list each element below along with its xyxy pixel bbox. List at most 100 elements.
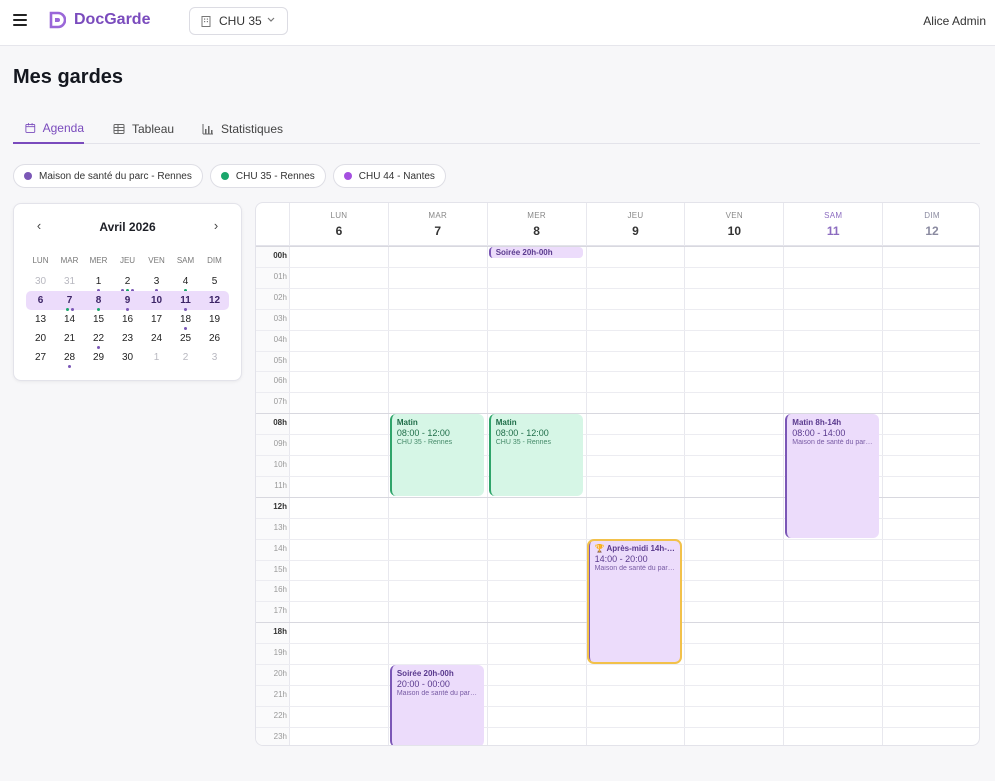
- mini-calendar-day[interactable]: 25: [171, 329, 200, 348]
- hour-row[interactable]: [256, 350, 979, 372]
- mini-calendar-day[interactable]: 12: [200, 291, 229, 310]
- shift-event[interactable]: Matin 08:00 - 12:00 CHU 35 - Rennes: [488, 414, 583, 496]
- site-select[interactable]: CHU 35: [189, 7, 288, 35]
- mini-calendar-day[interactable]: 30: [113, 348, 142, 367]
- mini-calendar-day[interactable]: 22: [84, 329, 113, 349]
- mini-calendar-day[interactable]: 31: [55, 272, 84, 291]
- menu-icon[interactable]: [13, 14, 27, 28]
- hour-row[interactable]: [256, 266, 979, 288]
- shift-title: Matin: [495, 418, 517, 428]
- mini-calendar-week[interactable]: 30 31 1 2 3 4 5: [26, 272, 229, 292]
- mini-calendar-day[interactable]: 6: [26, 291, 55, 310]
- mini-calendar-day[interactable]: 4: [171, 272, 200, 292]
- hour-label: 08h: [273, 418, 287, 428]
- weekday-label: MER: [89, 256, 108, 265]
- hour-label: 10h: [273, 460, 287, 469]
- legend-chip-maison-sante[interactable]: Maison de santé du parc - Rennes: [13, 164, 203, 188]
- mini-calendar-day[interactable]: 30: [26, 272, 55, 291]
- mini-calendar-day[interactable]: 9: [113, 291, 142, 311]
- day-header[interactable]: DIM 12: [882, 203, 979, 246]
- day-header-date: 8: [533, 224, 540, 238]
- shift-event[interactable]: Soirée 20h-00h 20:00 - 00:00 Maison de san…: [389, 665, 484, 745]
- hour-label: 11h: [274, 480, 287, 490]
- shift-event[interactable]: Matin 08:00 - 12:00 CHU 35 - Rennes: [389, 414, 484, 496]
- mini-calendar-day[interactable]: 24: [142, 329, 171, 348]
- mini-calendar-day[interactable]: 26: [200, 329, 229, 348]
- hour-label: 13h: [273, 522, 287, 532]
- mini-calendar-day[interactable]: 11: [171, 291, 200, 311]
- hour-row[interactable]: [256, 705, 979, 727]
- day-header-weekday: VEN: [725, 211, 744, 220]
- hour-label: 07h: [273, 397, 287, 407]
- hour-label: 12h: [273, 501, 287, 511]
- hour-label: 01h: [273, 271, 287, 281]
- mini-calendar-day[interactable]: 10: [142, 291, 171, 310]
- mini-calendar-day[interactable]: 20: [26, 329, 55, 348]
- next-month-button[interactable]: ›: [209, 219, 223, 233]
- mini-calendar-day[interactable]: 17: [142, 310, 171, 329]
- hour-row[interactable]: [256, 664, 979, 685]
- legend-label: CHU 35 - Rennes: [235, 170, 315, 182]
- day-header[interactable]: MAR 7: [387, 203, 487, 246]
- hour-row[interactable]: [256, 684, 979, 706]
- hour-label: 22h: [273, 710, 287, 720]
- mini-calendar-week[interactable]: 27 28 29 30 1 2 3: [26, 348, 229, 368]
- mini-calendar-day[interactable]: 14: [55, 310, 84, 329]
- hour-label: 17h: [273, 606, 287, 616]
- tab-statistiques[interactable]: Statistiques: [202, 114, 283, 144]
- mini-calendar-day[interactable]: 1: [142, 348, 171, 367]
- hour-row[interactable]: [256, 726, 979, 745]
- mini-calendar-week[interactable]: 13 14 15 16 17 18 19: [26, 310, 229, 330]
- mini-calendar-day[interactable]: 1: [84, 272, 113, 292]
- day-header[interactable]: SAM 11: [783, 203, 882, 246]
- hour-row[interactable]: [256, 246, 979, 267]
- mini-calendar-day[interactable]: 8: [84, 291, 113, 311]
- legend-chip-chu44[interactable]: CHU 44 - Nantes: [332, 164, 446, 188]
- mini-calendar-day[interactable]: 28: [55, 348, 84, 368]
- hour-row[interactable]: [256, 287, 979, 309]
- legend-chip-chu35[interactable]: CHU 35 - Rennes: [209, 164, 326, 188]
- mini-calendar-day[interactable]: 27: [26, 348, 55, 367]
- app-logo[interactable]: DocGarde: [48, 11, 150, 29]
- mini-calendar-day[interactable]: 29: [84, 348, 113, 367]
- day-header[interactable]: LUN 6: [289, 203, 388, 246]
- mini-calendar-day[interactable]: 23: [113, 329, 142, 348]
- hour-row[interactable]: [256, 308, 979, 330]
- week-calendar: LUN 6 MAR 7 MER 8 JEU 9 VEN 10 SAM 11 DIM 12 00h 01h 02…: [255, 202, 980, 746]
- day-header-weekday: MAR: [428, 211, 448, 220]
- day-header-date: 7: [434, 224, 442, 238]
- mini-calendar-day[interactable]: 15: [84, 310, 113, 329]
- day-header[interactable]: JEU 9: [585, 203, 685, 246]
- mini-calendar-week[interactable]: 20 21 22 23 24 25 26: [26, 329, 229, 349]
- mini-calendar-day[interactable]: 21: [55, 329, 84, 348]
- day-header-weekday: MER: [527, 211, 546, 220]
- mini-calendar-day[interactable]: 3: [200, 348, 229, 367]
- mini-calendar-day[interactable]: 7: [55, 291, 84, 311]
- tab-agenda[interactable]: Agenda: [13, 114, 84, 144]
- tab-tableau[interactable]: Tableau: [113, 114, 174, 144]
- mini-calendar-week[interactable]: 6 7 8 9 10 11 12: [26, 291, 229, 311]
- day-header[interactable]: VEN 10: [684, 203, 783, 246]
- mini-calendar-day[interactable]: 13: [26, 310, 55, 329]
- mini-calendar-day[interactable]: 18: [171, 310, 200, 330]
- mini-calendar-day[interactable]: 19: [200, 310, 229, 329]
- hour-row[interactable]: [256, 329, 979, 351]
- mini-calendar-day[interactable]: 2: [171, 348, 200, 367]
- hour-row[interactable]: [256, 392, 979, 413]
- day-header[interactable]: MER 8: [486, 203, 586, 246]
- mini-calendar-day[interactable]: 2: [113, 272, 142, 292]
- shift-title: Matin: [396, 418, 418, 428]
- mini-calendar-weekdays: LUN MAR MER JEU VEN SAM DIM: [26, 256, 229, 265]
- hour-row[interactable]: [256, 371, 979, 392]
- shift-location: Maison de santé du parc - Rennes: [594, 564, 677, 572]
- establishment-legend: Maison de santé du parc - Rennes CHU 35 …: [13, 164, 446, 188]
- mini-calendar-title: Avril 2026: [99, 220, 156, 234]
- mini-calendar-day[interactable]: 5: [200, 272, 229, 291]
- mini-calendar-day[interactable]: 16: [113, 310, 142, 329]
- user-name[interactable]: Alice Admin: [923, 14, 986, 28]
- shift-event[interactable]: Soirée 20h-00h: [488, 247, 583, 258]
- shift-event[interactable]: Matin 8h-14h 08:00 - 14:00 Maison de santé…: [785, 414, 880, 538]
- shift-event[interactable]: 🏆 Après-midi 14h-20h 14:00 - 20:00 Maison …: [586, 538, 683, 664]
- top-bar: DocGarde CHU 35 Alice Admin: [0, 0, 995, 46]
- mini-calendar-day[interactable]: 3: [142, 272, 171, 292]
